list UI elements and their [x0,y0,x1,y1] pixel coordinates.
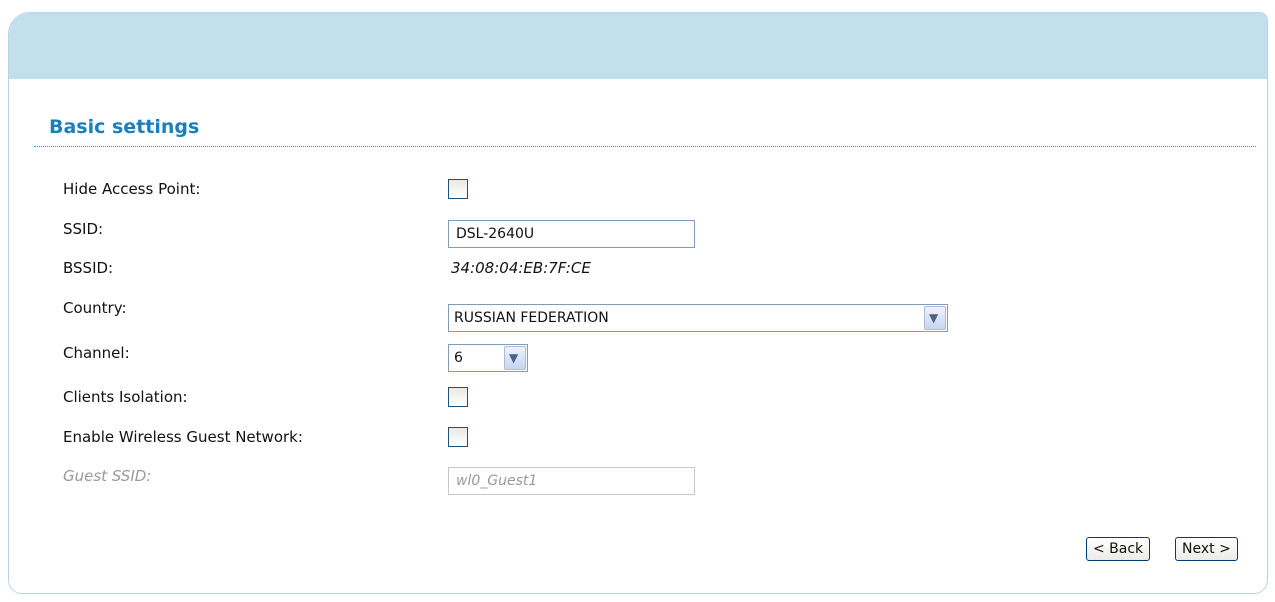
hide-access-point-checkbox[interactable] [448,179,468,199]
channel-select[interactable]: 6 ▼ [448,344,528,372]
channel-dropdown-button[interactable]: ▼ [504,346,526,370]
guest-ssid-input[interactable]: wl0_Guest1 [448,467,695,495]
clients-isolation-label: Clients Isolation: [63,388,188,406]
chevron-down-icon: ▼ [509,351,519,365]
guest-network-label: Enable Wireless Guest Network: [63,428,303,446]
chevron-down-icon: ▼ [929,311,939,325]
settings-panel [8,12,1268,594]
panel-header [9,13,1267,79]
next-button[interactable]: Next > [1175,537,1238,561]
channel-select-value: 6 [454,350,463,366]
country-dropdown-button[interactable]: ▼ [924,306,946,330]
ssid-label: SSID: [63,220,104,238]
bssid-value: 34:08:04:EB:7F:CE [451,259,591,277]
clients-isolation-checkbox[interactable] [448,387,468,407]
country-label: Country: [63,299,127,317]
hide-access-point-label: Hide Access Point: [63,180,201,198]
ssid-input[interactable]: DSL-2640U [448,220,695,248]
bssid-label: BSSID: [63,259,114,277]
country-select[interactable]: RUSSIAN FEDERATION ▼ [448,304,948,332]
section-title: Basic settings [49,116,200,138]
guest-ssid-label: Guest SSID: [63,467,152,485]
section-divider [34,146,1256,147]
country-select-value: RUSSIAN FEDERATION [454,310,609,326]
guest-network-checkbox[interactable] [448,427,468,447]
back-button[interactable]: < Back [1086,537,1151,561]
channel-label: Channel: [63,344,130,362]
